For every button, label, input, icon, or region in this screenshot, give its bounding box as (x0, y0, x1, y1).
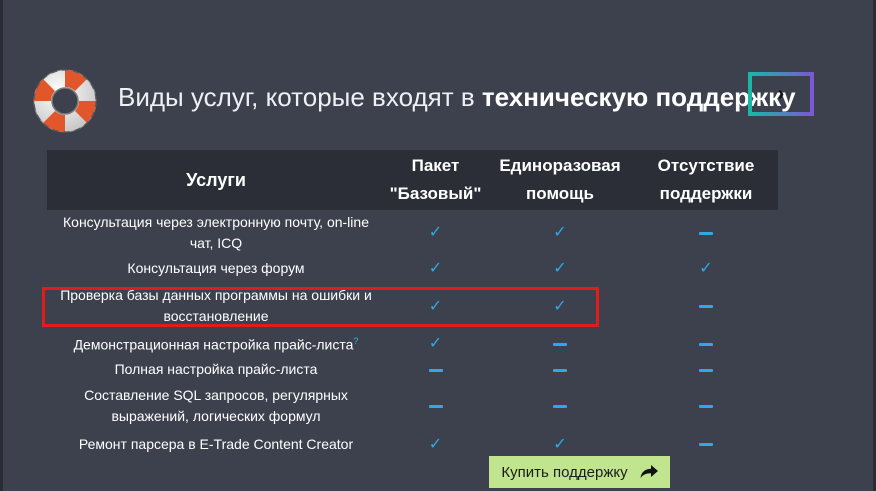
table-row: Составление SQL запросов, регулярных выр… (47, 382, 778, 430)
table-row: Демонстрационная настройка прайс-листа? ✓ (47, 330, 778, 357)
status-cell: ✓ (486, 210, 634, 255)
dash-icon (553, 405, 567, 409)
status-cell: ✓ (385, 330, 486, 357)
check-icon: ✓ (699, 260, 713, 277)
status-cell (486, 330, 634, 357)
service-name-cell: Полная настройка прайс-листа (47, 357, 385, 382)
column-header-basic: Пакет "Базовый" (385, 150, 486, 210)
table-row: Консультация через электронную почту, on… (47, 210, 778, 255)
dash-icon (699, 305, 713, 309)
buy-support-button[interactable]: Купить поддержку (489, 456, 670, 488)
share-arrow-icon (640, 465, 658, 478)
table-header-row: Услуги Пакет "Базовый" Единоразовая помо… (47, 150, 778, 210)
status-cell (634, 330, 778, 357)
service-name-cell: Составление SQL запросов, регулярных выр… (47, 382, 385, 430)
dash-icon (699, 342, 713, 346)
dash-icon (428, 405, 443, 409)
service-name-cell: Ремонт парсера в E-Trade Content Creator (47, 430, 385, 458)
column-header-one-time: Единоразовая помощь (486, 150, 634, 210)
check-icon: ✓ (428, 297, 443, 315)
service-name-cell: Проверка базы данных программы на ошибки… (47, 282, 385, 330)
dash-icon (553, 342, 567, 346)
status-cell (634, 382, 778, 430)
status-cell: ✓ (486, 430, 634, 458)
service-name: Полная настройка прайс-листа (114, 361, 318, 377)
table-row: Проверка базы данных программы на ошибки… (47, 282, 778, 330)
dash-icon (699, 443, 713, 447)
check-icon: ✓ (553, 297, 567, 315)
service-name-cell: Консультация через форум (47, 255, 385, 282)
status-cell: ✓ (385, 430, 486, 458)
check-icon: ✓ (428, 260, 443, 277)
table-row: Полная настройка прайс-листа (47, 357, 778, 382)
status-cell (385, 357, 486, 382)
dash-icon (553, 368, 567, 372)
dash-icon (699, 405, 713, 409)
check-icon: ✓ (553, 435, 567, 453)
column-header-services: Услуги (47, 150, 385, 210)
status-cell (486, 382, 634, 430)
check-icon: ✓ (428, 335, 443, 352)
table-row: Ремонт парсера в E-Trade Content Creator… (47, 430, 778, 458)
check-icon: ✓ (553, 260, 567, 277)
status-cell (634, 282, 778, 330)
frame-left-edge (0, 0, 3, 491)
chevron-right-icon: › (777, 82, 785, 105)
status-cell (385, 382, 486, 430)
service-name: Демонстрационная настройка прайс-листа (73, 336, 354, 353)
service-name: Составление SQL запросов, регулярных выр… (84, 387, 348, 424)
status-cell (634, 430, 778, 458)
page-title: Виды услуг, которые входят в техническую… (118, 80, 796, 114)
dash-icon (428, 368, 443, 372)
service-name: Консультация через форум (127, 260, 305, 276)
check-icon: ✓ (428, 224, 443, 241)
status-cell: ✓ (385, 282, 486, 330)
status-cell: ✓ (486, 255, 634, 282)
dash-icon (699, 231, 713, 235)
service-name: Проверка базы данных программы на ошибки… (60, 287, 372, 324)
help-hint-icon[interactable]: ? (353, 336, 358, 346)
status-cell: ✓ (385, 255, 486, 282)
title-regular: Виды услуг, которые входят в (118, 82, 475, 112)
services-table: Услуги Пакет "Базовый" Единоразовая помо… (47, 150, 778, 458)
status-cell: ✓ (385, 210, 486, 255)
column-header-no-support: Отсутствие поддержки (634, 150, 778, 210)
status-cell (634, 210, 778, 255)
next-button[interactable]: › (748, 72, 814, 116)
dash-icon (699, 368, 713, 372)
status-cell: ✓ (634, 255, 778, 282)
service-name: Ремонт парсера в E-Trade Content Creator (78, 435, 354, 452)
buy-support-label: Купить поддержку (501, 463, 628, 481)
status-cell (634, 357, 778, 382)
status-cell: ✓ (486, 282, 634, 330)
check-icon: ✓ (553, 224, 567, 241)
table-row: Консультация через форум ✓ ✓ ✓ (47, 255, 778, 282)
status-cell (486, 357, 634, 382)
service-name: Консультация через электронную почту, on… (63, 213, 369, 251)
service-name-cell: Консультация через электронную почту, on… (47, 210, 385, 255)
lifebuoy-icon (33, 69, 97, 133)
service-name-cell: Демонстрационная настройка прайс-листа? (47, 330, 385, 357)
check-icon: ✓ (428, 435, 443, 453)
section-header: Виды услуг, которые входят в техническую… (32, 68, 832, 133)
